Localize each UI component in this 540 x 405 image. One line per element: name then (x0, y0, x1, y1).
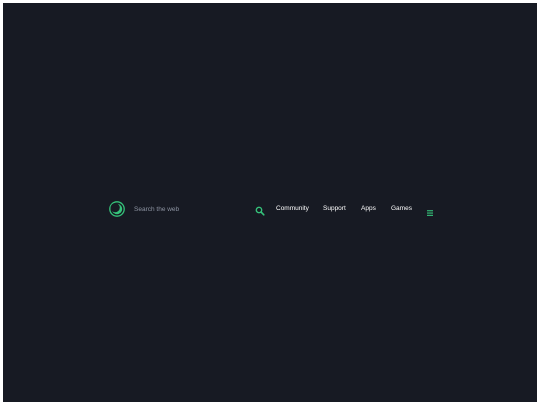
nav-link-games[interactable]: Games (391, 204, 412, 213)
nav-link-apps[interactable]: Apps (361, 204, 376, 213)
search-navigation-bar: Community Support Apps Games (108, 198, 438, 219)
nav-link-community[interactable]: Community (276, 204, 309, 213)
browser-window: Community Support Apps Games (3, 3, 537, 402)
hamburger-menu-icon[interactable] (426, 204, 434, 216)
search-input[interactable] (132, 201, 246, 217)
nav-link-support[interactable]: Support (323, 204, 346, 213)
logo-icon[interactable] (109, 201, 125, 217)
search-icon[interactable] (255, 203, 265, 216)
